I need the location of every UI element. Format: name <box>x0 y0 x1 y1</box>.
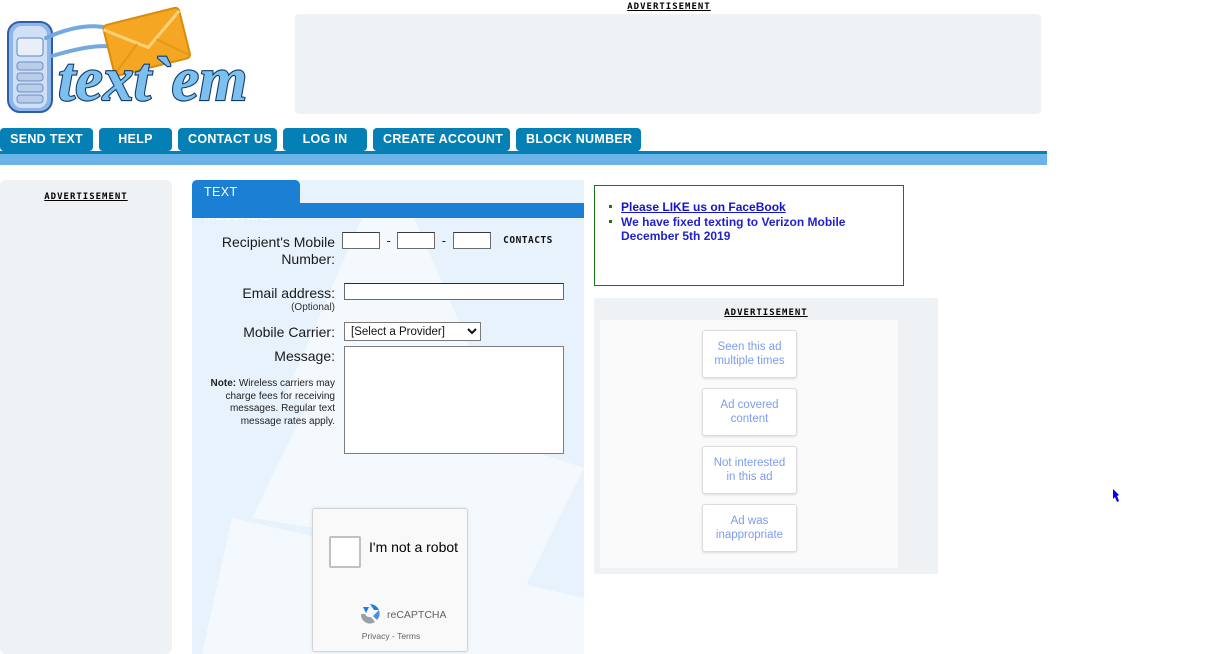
mouse-cursor-icon <box>1112 489 1120 503</box>
phone-separator-1: - <box>386 233 391 249</box>
message-label: Message: <box>274 348 335 364</box>
nav-help[interactable]: HELP <box>99 128 172 151</box>
recaptcha-checkbox[interactable] <box>329 536 361 568</box>
recipient-label: Recipient's Mobile Number: <box>221 234 335 267</box>
carrier-select[interactable]: [Select a Provider] <box>344 322 481 341</box>
nav-accent-band <box>0 154 1047 165</box>
nav-contact-us[interactable]: CONTACT US <box>178 128 277 151</box>
nav-send-text[interactable]: SEND TEXT <box>0 128 93 151</box>
ad-feedback-label: Ad was inappropriate <box>715 515 784 541</box>
nav-create-account[interactable]: CREATE ACCOUNT <box>373 128 510 151</box>
phone-prefix-input[interactable] <box>397 232 436 250</box>
recaptcha-logo-icon <box>357 601 383 627</box>
top-ad-slot[interactable] <box>295 14 1041 114</box>
main-navigation: SEND TEXT HELP CONTACT US LOG IN CREATE … <box>0 128 1047 153</box>
ad-feedback-panel: Seen this ad multiple times Ad covered con… <box>600 320 898 568</box>
message-textarea[interactable] <box>344 346 564 454</box>
tab-text-message[interactable]: TEXT MESSAGE <box>192 180 300 223</box>
ad-feedback-label: Not interested in this ad <box>713 457 786 483</box>
ad-feedback-label: Ad covered content <box>720 399 779 425</box>
email-label: Email address: <box>242 285 335 301</box>
announcement-list: Please LIKE us on FaceBook We have fixed… <box>609 200 903 243</box>
text-message-form: Recipient's Mobile Number: - - CONTACTS … <box>192 218 584 654</box>
phone-number-group: - - CONTACTS <box>342 232 553 250</box>
note-prefix: Note: <box>210 378 237 389</box>
nav-block-number[interactable]: BLOCK NUMBER <box>516 128 641 151</box>
ad-feedback-label: Seen this ad multiple times <box>714 341 785 367</box>
left-ad-label: ADVERTISEMENT <box>44 192 128 202</box>
ad-feedback-inappropriate[interactable]: Ad was inappropriate <box>702 504 797 552</box>
ad-feedback-seen-multiple[interactable]: Seen this ad multiple times <box>702 330 797 378</box>
mobile-phone-icon <box>7 21 53 113</box>
phone-area-input[interactable] <box>342 232 380 250</box>
phone-separator-2: - <box>441 233 447 249</box>
email-optional-label: (Optional) <box>291 302 335 313</box>
announcements-box: Please LIKE us on FaceBook We have fixed… <box>594 185 904 286</box>
right-ad-label: ADVERTISEMENT <box>724 308 808 318</box>
recaptcha-brand: reCAPTCHA <box>387 609 447 621</box>
facebook-like-link[interactable]: Please LIKE us on FaceBook <box>621 200 786 214</box>
right-advertisement: ADVERTISEMENT Seen this ad multiple times… <box>594 298 938 574</box>
contacts-link[interactable]: CONTACTS <box>503 235 553 246</box>
nav-log-in[interactable]: LOG IN <box>283 128 367 151</box>
ad-feedback-covered-content[interactable]: Ad covered content <box>702 388 797 436</box>
page-header: text`em ADVERTISEMENT <box>0 0 1047 128</box>
email-input[interactable] <box>344 283 564 300</box>
tab-bar <box>192 203 584 218</box>
note-body: Wireless carriers may charge fees for re… <box>225 378 335 427</box>
logo-wordmark: text`em <box>58 46 247 114</box>
top-advertisement: ADVERTISEMENT <box>295 0 1043 122</box>
ad-feedback-not-interested[interactable]: Not interested in this ad <box>702 446 797 494</box>
site-logo[interactable]: text`em <box>0 0 285 125</box>
top-ad-label: ADVERTISEMENT <box>627 2 711 12</box>
left-advertisement[interactable]: ADVERTISEMENT <box>0 180 172 654</box>
carrier-fee-note: Note: Wireless carriers may charge fees … <box>210 378 335 428</box>
recaptcha-widget[interactable]: I'm not a robot reCAPTCHA Privacy - Term… <box>312 508 468 652</box>
list-item: We have fixed texting to Verizon Mobile … <box>609 215 903 243</box>
recaptcha-privacy-terms[interactable]: Privacy - Terms <box>313 631 469 641</box>
text-message-panel: TEXT MESSAGE Recipient's Mobile Number: … <box>192 180 584 654</box>
phone-line-input[interactable] <box>452 232 491 250</box>
carrier-label: Mobile Carrier: <box>243 324 335 340</box>
recaptcha-label: I'm not a robot <box>369 539 459 555</box>
list-item[interactable]: Please LIKE us on FaceBook <box>609 200 903 214</box>
